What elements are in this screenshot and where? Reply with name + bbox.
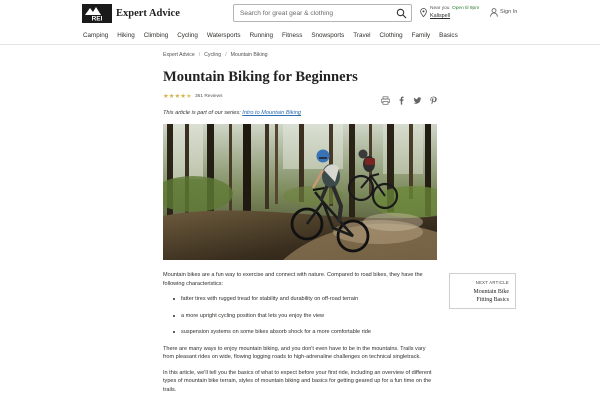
nav-item-travel[interactable]: Travel: [353, 32, 370, 39]
print-icon[interactable]: [381, 92, 390, 105]
list-item: suspension systems on some bikes absorb …: [173, 328, 438, 337]
breadcrumb-item[interactable]: Mountain Biking: [231, 52, 268, 58]
next-article-title-line: Fitting Basics: [476, 297, 509, 303]
store-locator[interactable]: Near you Open til 9pm Kalispell: [420, 5, 486, 25]
breadcrumb: Expert Advice / Cycling / Mountain Bikin…: [163, 52, 438, 58]
article: Expert Advice / Cycling / Mountain Bikin…: [163, 52, 438, 393]
article-meta: ★ ★ ★ ★ ★ 361 Reviews: [163, 92, 438, 105]
share-bar: [374, 92, 438, 105]
breadcrumb-separator: /: [225, 52, 227, 58]
search-input[interactable]: [240, 8, 390, 19]
article-body: Mountain bikes are a fun way to exercise…: [163, 271, 438, 401]
hero-image: [163, 124, 437, 260]
next-article-title-line: Mountain Bike: [473, 289, 509, 295]
rei-logo[interactable]: REI: [82, 4, 112, 23]
nav-item-snowsports[interactable]: Snowsports: [311, 32, 344, 39]
paragraph: In this article, we'll tell you the basi…: [163, 369, 432, 393]
nav-item-running[interactable]: Running: [250, 32, 273, 39]
paragraph: There are many ways to enjoy mountain bi…: [163, 345, 426, 361]
nav-item-camping[interactable]: Camping: [83, 32, 108, 39]
breadcrumb-item[interactable]: Cycling: [204, 52, 221, 58]
pinterest-icon[interactable]: [429, 92, 438, 105]
store-label: Near you: [430, 6, 450, 11]
category-nav: Camping Hiking Climbing Cycling Waterspo…: [0, 28, 600, 45]
series-note: This article is part of our series: Intr…: [163, 110, 301, 116]
next-article-title[interactable]: Mountain Bike Fitting Basics: [473, 288, 509, 304]
nav-item-family[interactable]: Family: [412, 32, 431, 39]
store-hours: Open til 9pm: [452, 6, 480, 11]
series-link[interactable]: Intro to Mountain Biking: [242, 110, 301, 116]
search-box[interactable]: [233, 4, 412, 22]
half-star-icon: ★: [185, 93, 192, 100]
user-icon: [490, 8, 498, 17]
rating-stars[interactable]: ★ ★ ★ ★ ★: [163, 93, 192, 101]
review-count[interactable]: 361 Reviews: [195, 94, 222, 99]
paragraph: Mountain bikes are a fun way to exercise…: [163, 272, 423, 287]
store-name-link[interactable]: Kalispell: [430, 13, 450, 19]
nav-item-watersports[interactable]: Watersports: [207, 32, 241, 39]
breadcrumb-separator: /: [198, 52, 201, 58]
nav-item-hiking[interactable]: Hiking: [117, 32, 135, 39]
svg-text:REI: REI: [92, 16, 103, 23]
nav-item-fitness[interactable]: Fitness: [282, 32, 302, 39]
nav-item-basics[interactable]: Basics: [439, 32, 458, 39]
next-article-card[interactable]: NEXT ARTICLE Mountain Bike Fitting Basic…: [449, 273, 516, 309]
location-pin-icon: [420, 8, 427, 17]
characteristics-list: fatter tires with rugged tread for stabi…: [173, 295, 438, 337]
site-header: REI Expert Advice Near you Open til 9pm …: [0, 0, 600, 28]
list-item: a more upright cycling position that let…: [173, 312, 438, 321]
brand-title[interactable]: Expert Advice: [116, 8, 180, 19]
twitter-icon[interactable]: [413, 92, 422, 104]
breadcrumb-item[interactable]: Expert Advice: [163, 52, 195, 58]
nav-item-cycling[interactable]: Cycling: [177, 32, 198, 39]
facebook-icon[interactable]: [397, 92, 406, 105]
next-article-kicker: NEXT ARTICLE: [475, 280, 509, 285]
list-item: fatter tires with rugged tread for stabi…: [173, 295, 438, 304]
page-title: Mountain Biking for Beginners: [163, 69, 358, 85]
sign-in-label: Sign In: [500, 9, 518, 15]
mountain-bikers-photo: [163, 124, 437, 260]
series-prefix: This article is part of our series:: [163, 110, 243, 116]
nav-item-climbing[interactable]: Climbing: [144, 32, 169, 39]
search-icon[interactable]: [396, 8, 407, 19]
nav-item-clothing[interactable]: Clothing: [380, 32, 403, 39]
